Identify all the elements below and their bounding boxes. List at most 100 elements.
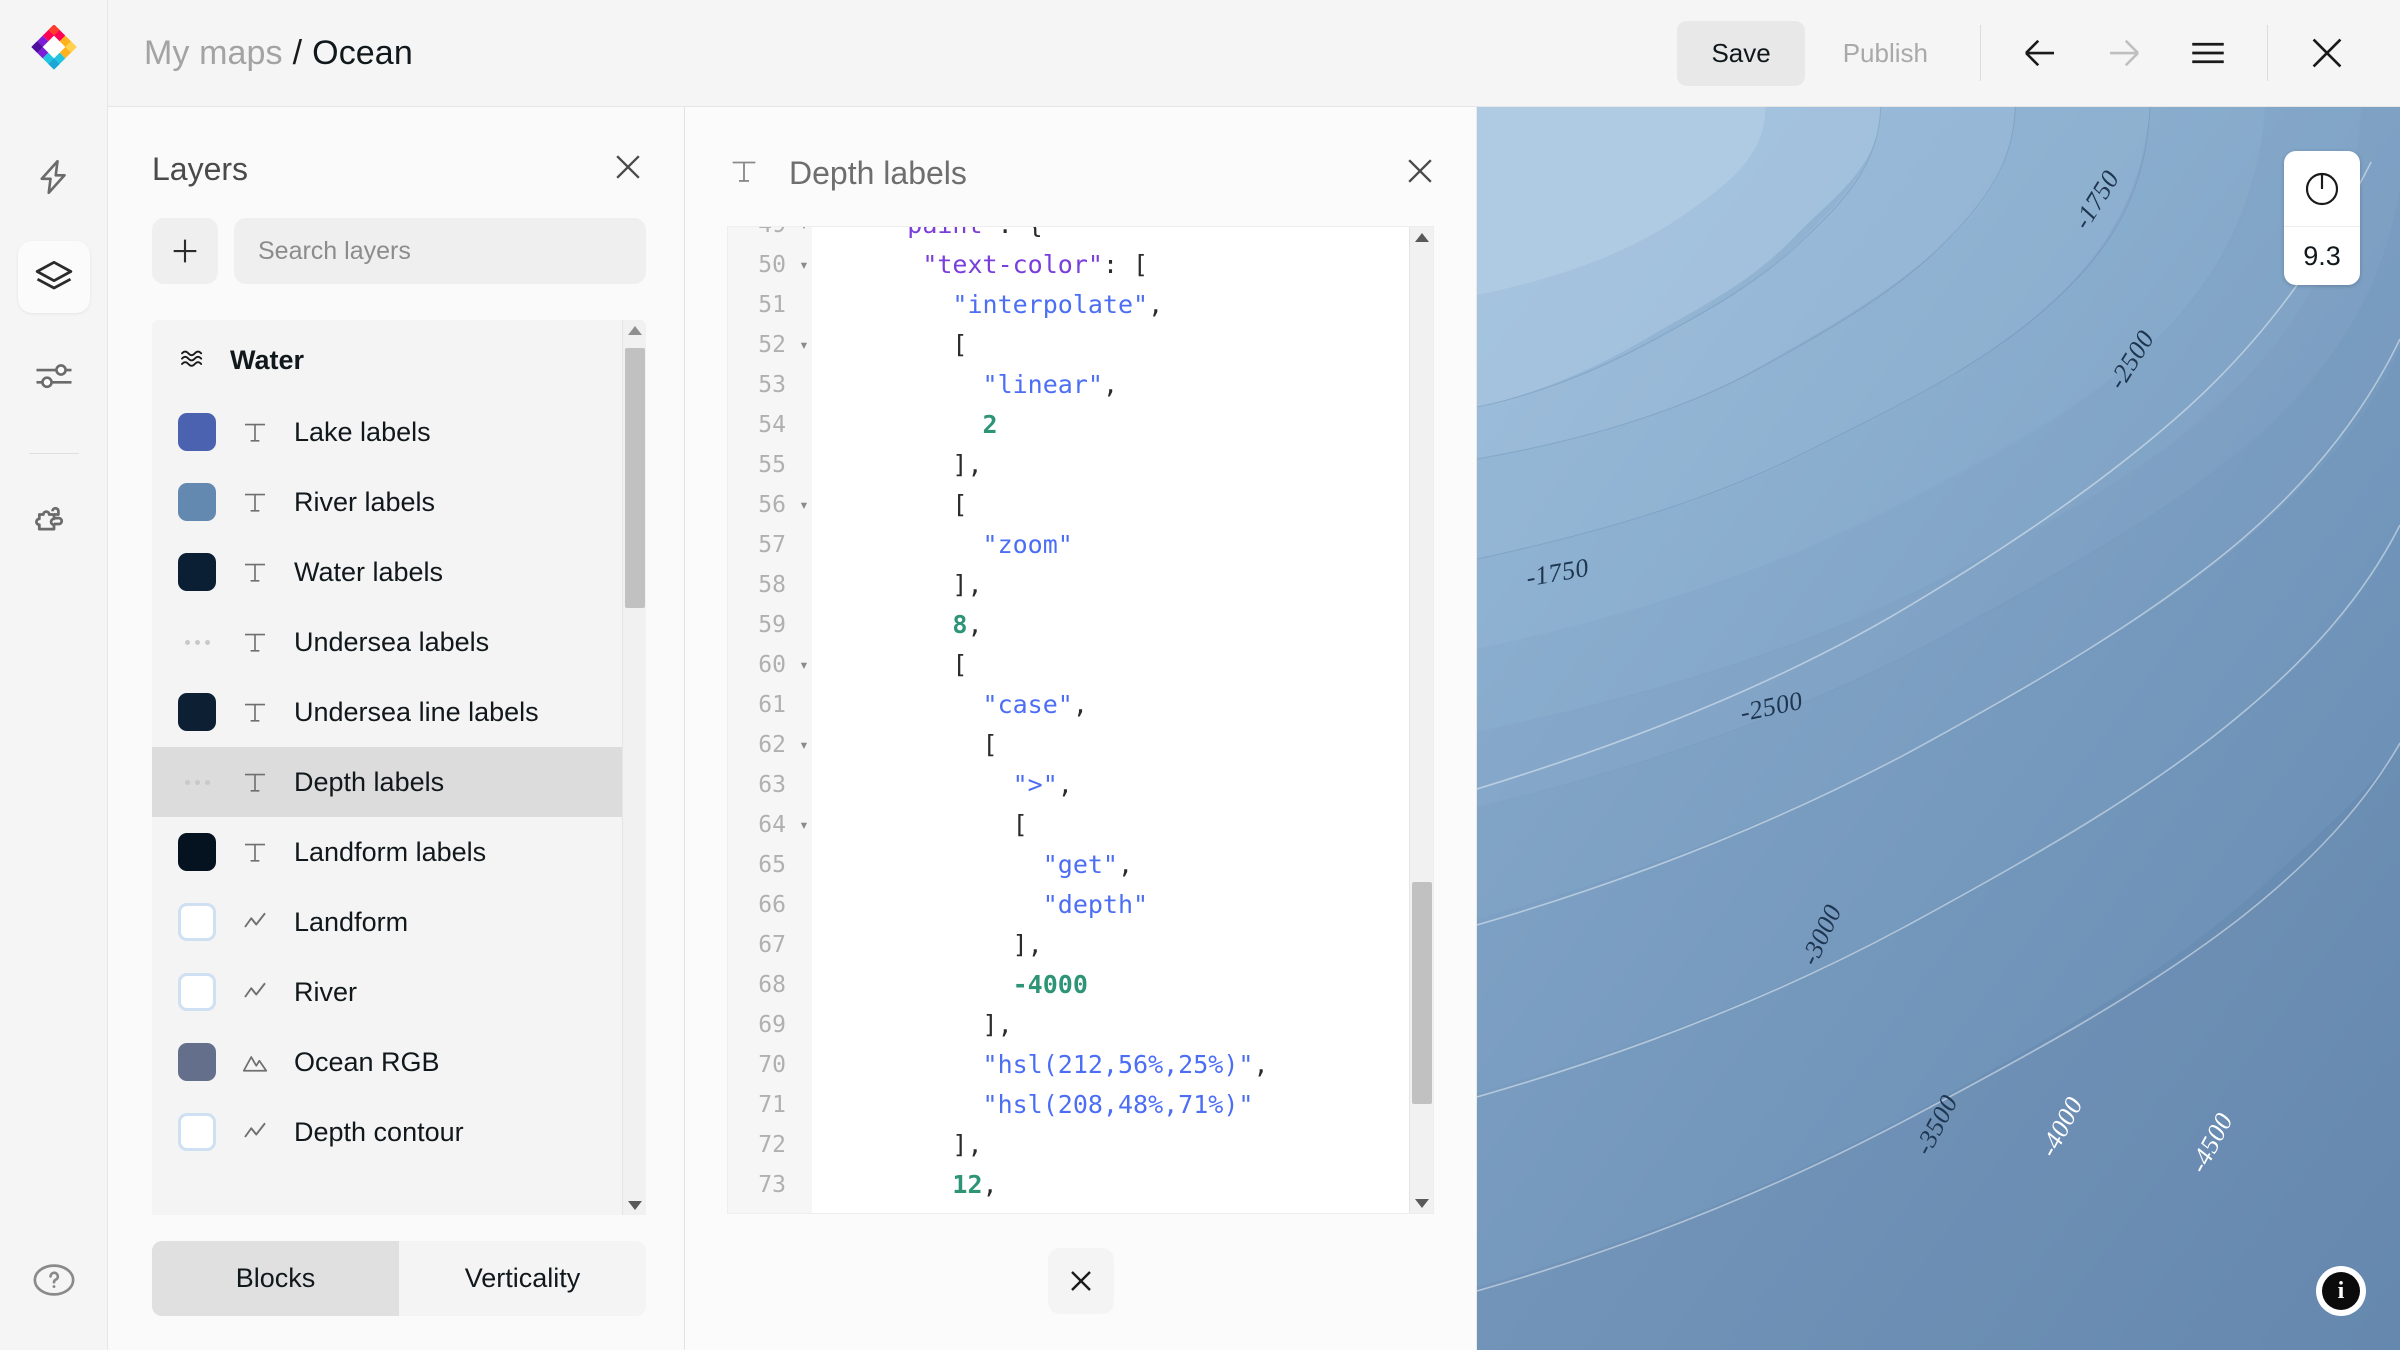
- layer-item[interactable]: Water labels: [152, 537, 622, 607]
- app-logo[interactable]: [0, 0, 108, 107]
- code-line[interactable]: 73 12,: [728, 1165, 1409, 1205]
- fold-toggle-icon[interactable]: ▾: [790, 245, 818, 285]
- code-line[interactable]: 65 "get",: [728, 845, 1409, 885]
- layer-item[interactable]: River: [152, 957, 622, 1027]
- layer-group-header[interactable]: Water: [152, 324, 622, 397]
- code-line[interactable]: 67 ],: [728, 925, 1409, 965]
- code-line[interactable]: 60▾ [: [728, 645, 1409, 685]
- layers-scrollbar[interactable]: [622, 320, 646, 1215]
- code-line[interactable]: 72 ],: [728, 1125, 1409, 1165]
- code-line[interactable]: 68 -4000: [728, 965, 1409, 1005]
- sliders-icon: [33, 356, 75, 398]
- close-editor-button[interactable]: [2296, 22, 2358, 84]
- menu-button[interactable]: [2177, 22, 2239, 84]
- fold-toggle-icon[interactable]: ▾: [790, 1205, 818, 1213]
- fold-toggle-icon[interactable]: ▾: [790, 645, 818, 685]
- tab-blocks[interactable]: Blocks: [152, 1241, 399, 1316]
- layer-color-swatch[interactable]: [178, 693, 216, 731]
- code-scrollbar-thumb[interactable]: [1412, 882, 1432, 1104]
- code-line-text: "hsl(208,48%,71%)": [818, 1085, 1253, 1125]
- layer-color-swatch[interactable]: [178, 1113, 216, 1151]
- publish-button[interactable]: Publish: [1819, 21, 1952, 86]
- layer-item[interactable]: Lake labels: [152, 397, 622, 467]
- layers-panel-title: Layers: [152, 151, 248, 188]
- code-line[interactable]: 63 ">",: [728, 765, 1409, 805]
- layer-item[interactable]: Landform: [152, 887, 622, 957]
- code-line-text: "get",: [818, 845, 1133, 885]
- code-line[interactable]: 49▾ "paint": {: [728, 227, 1409, 245]
- code-line[interactable]: 55 ],: [728, 445, 1409, 485]
- code-lines[interactable]: 49▾ "paint": {50▾ "text-color": [51 "int…: [728, 227, 1409, 1213]
- code-line[interactable]: 58 ],: [728, 565, 1409, 605]
- layer-color-swatch-hidden[interactable]: [178, 763, 216, 801]
- code-line[interactable]: 51 "interpolate",: [728, 285, 1409, 325]
- layer-color-swatch[interactable]: [178, 1043, 216, 1081]
- layer-color-swatch[interactable]: [178, 903, 216, 941]
- layer-item[interactable]: Depth labels: [152, 747, 622, 817]
- tab-verticality[interactable]: Verticality: [399, 1241, 646, 1316]
- code-line[interactable]: 66 "depth": [728, 885, 1409, 925]
- code-line[interactable]: 62▾ [: [728, 725, 1409, 765]
- layer-item[interactable]: River labels: [152, 467, 622, 537]
- code-line[interactable]: 59 8,: [728, 605, 1409, 645]
- rail-item-components[interactable]: [18, 484, 90, 556]
- search-input[interactable]: [258, 237, 622, 266]
- scroll-up-arrow-icon[interactable]: [623, 320, 646, 340]
- rail-item-layers[interactable]: [18, 241, 90, 313]
- layer-item[interactable]: Landform labels: [152, 817, 622, 887]
- code-panel-dismiss-button[interactable]: [1048, 1248, 1114, 1314]
- code-line[interactable]: 50▾ "text-color": [: [728, 245, 1409, 285]
- rail-item-quick-actions[interactable]: [18, 141, 90, 213]
- add-layer-button[interactable]: [152, 218, 218, 284]
- code-editor-viewport[interactable]: 49▾ "paint": {50▾ "text-color": [51 "int…: [728, 227, 1409, 1213]
- code-line[interactable]: 74▾ [: [728, 1205, 1409, 1213]
- layer-item[interactable]: Undersea labels: [152, 607, 622, 677]
- code-panel-close-button[interactable]: [1400, 151, 1440, 196]
- code-line[interactable]: 61 "case",: [728, 685, 1409, 725]
- code-line[interactable]: 56▾ [: [728, 485, 1409, 525]
- scroll-up-arrow-icon[interactable]: [1410, 227, 1434, 247]
- redo-forward-button[interactable]: [2093, 22, 2155, 84]
- code-line[interactable]: 71 "hsl(208,48%,71%)": [728, 1085, 1409, 1125]
- scroll-down-arrow-icon[interactable]: [1410, 1193, 1434, 1213]
- code-line[interactable]: 57 "zoom": [728, 525, 1409, 565]
- code-line[interactable]: 53 "linear",: [728, 365, 1409, 405]
- layers-scrollbar-thumb[interactable]: [625, 348, 645, 608]
- breadcrumb-parent[interactable]: My maps: [144, 34, 283, 73]
- fold-toggle-icon[interactable]: ▾: [790, 805, 818, 845]
- code-line[interactable]: 69 ],: [728, 1005, 1409, 1045]
- compass-button[interactable]: [2284, 151, 2360, 227]
- layer-color-swatch[interactable]: [178, 483, 216, 521]
- zoom-level-display[interactable]: 9.3: [2284, 227, 2360, 285]
- layer-item[interactable]: Ocean RGB: [152, 1027, 622, 1097]
- map-canvas[interactable]: -1750-2500-1750-2500-3000-3500-4000-4500…: [1477, 107, 2400, 1350]
- layer-color-swatch[interactable]: [178, 413, 216, 451]
- layer-color-swatch[interactable]: [178, 833, 216, 871]
- code-scrollbar[interactable]: [1409, 227, 1433, 1213]
- layers-panel-close-button[interactable]: [608, 147, 648, 192]
- code-editor[interactable]: 49▾ "paint": {50▾ "text-color": [51 "int…: [727, 226, 1434, 1214]
- fold-toggle-icon[interactable]: ▾: [790, 325, 818, 365]
- code-line[interactable]: 54 2: [728, 405, 1409, 445]
- rail-item-settings[interactable]: [18, 341, 90, 413]
- fold-toggle-icon[interactable]: ▾: [790, 725, 818, 765]
- layer-color-swatch[interactable]: [178, 553, 216, 591]
- info-icon: i: [2322, 1272, 2360, 1310]
- undo-back-button[interactable]: [2009, 22, 2071, 84]
- text-icon: [240, 487, 270, 517]
- layer-color-swatch[interactable]: [178, 973, 216, 1011]
- fold-toggle-icon[interactable]: ▾: [790, 485, 818, 525]
- fold-toggle-icon[interactable]: ▾: [790, 227, 818, 245]
- layer-item[interactable]: Undersea line labels: [152, 677, 622, 747]
- scroll-down-arrow-icon[interactable]: [623, 1195, 646, 1215]
- code-line[interactable]: 64▾ [: [728, 805, 1409, 845]
- map-info-button[interactable]: i: [2316, 1266, 2366, 1316]
- code-line-text: ],: [818, 1125, 983, 1165]
- layer-color-swatch-hidden[interactable]: [178, 623, 216, 661]
- search-layers-box[interactable]: [234, 218, 646, 284]
- help-button[interactable]: [31, 1257, 77, 1308]
- layer-item[interactable]: Depth contour: [152, 1097, 622, 1167]
- save-button[interactable]: Save: [1677, 21, 1804, 86]
- code-line[interactable]: 70 "hsl(212,56%,25%)",: [728, 1045, 1409, 1085]
- code-line[interactable]: 52▾ [: [728, 325, 1409, 365]
